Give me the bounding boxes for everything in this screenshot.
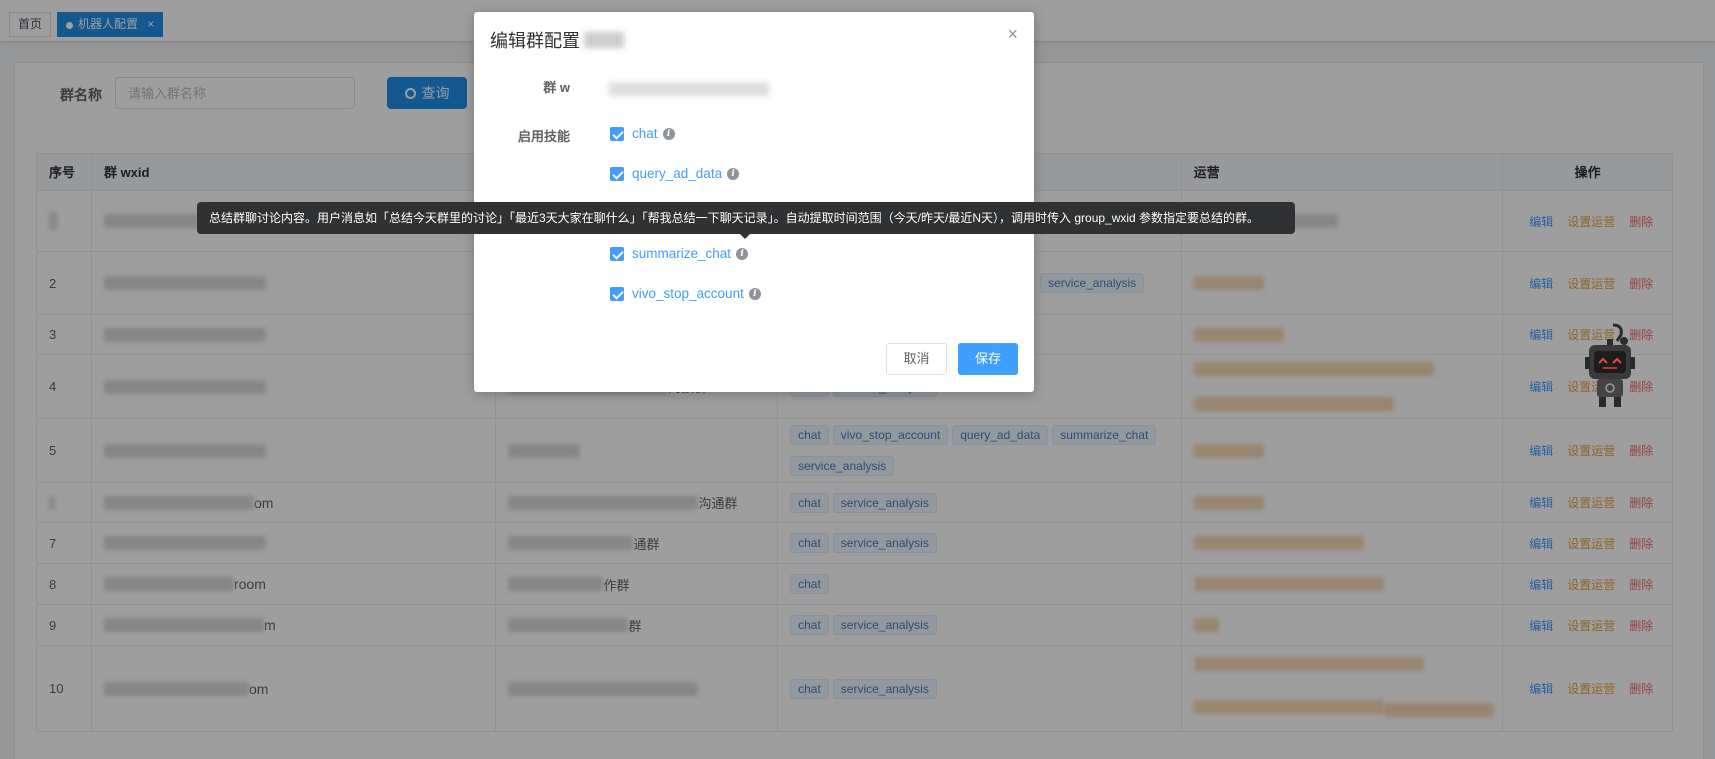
- wxid-value-redacted: [609, 82, 769, 96]
- skill-name: chat: [632, 126, 658, 141]
- checkbox-checked-icon[interactable]: [610, 286, 624, 301]
- info-icon[interactable]: i: [727, 167, 740, 180]
- dialog-title-redacted: [584, 32, 624, 48]
- save-button[interactable]: 保存: [958, 343, 1018, 375]
- checkbox-checked-icon[interactable]: [610, 246, 624, 261]
- info-icon[interactable]: i: [748, 287, 761, 300]
- skill-name: summarize_chat: [632, 246, 732, 261]
- checkbox-checked-icon[interactable]: [610, 166, 624, 181]
- skills-label: 启用技能: [517, 129, 570, 144]
- tooltip-arrow: [739, 233, 751, 239]
- robot-mascot-icon[interactable]: [1583, 323, 1639, 413]
- skill-name: query_ad_data: [632, 166, 723, 181]
- skill-option-query-ad-data[interactable]: query_ad_data i: [610, 166, 740, 181]
- skill-option-vivo-stop-account[interactable]: vivo_stop_account i: [610, 286, 761, 301]
- dialog-title: 编辑群配置: [490, 31, 580, 51]
- checkbox-checked-icon[interactable]: [610, 126, 624, 141]
- skill-name: vivo_stop_account: [632, 286, 744, 301]
- skill-option-summarize-chat[interactable]: summarize_chat i: [610, 246, 749, 261]
- skill-tooltip: 总结群聊讨论内容。用户消息如「总结今天群里的讨论」「最近3天大家在聊什么」「帮我…: [197, 202, 1295, 234]
- close-icon[interactable]: ×: [1007, 24, 1018, 45]
- info-icon[interactable]: i: [736, 247, 749, 260]
- cancel-button[interactable]: 取消: [886, 343, 947, 375]
- info-icon[interactable]: i: [662, 127, 675, 140]
- wxid-label: 群 w: [543, 80, 570, 95]
- skill-option-chat[interactable]: chat i: [610, 126, 675, 141]
